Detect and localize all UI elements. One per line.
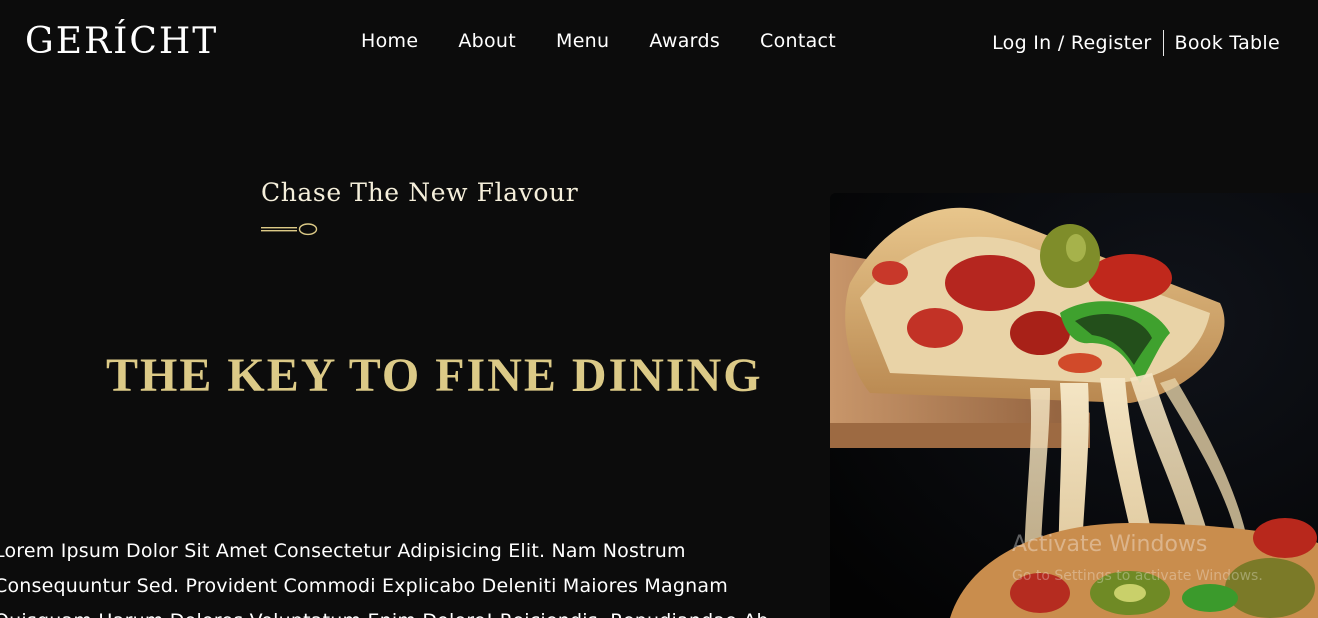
windows-watermark-subtitle: Go to Settings to activate Windows. (1012, 568, 1263, 584)
main-nav: Home About Menu Awards Contact (361, 30, 836, 52)
nav-awards[interactable]: Awards (649, 30, 720, 52)
login-register-link[interactable]: Log In / Register (992, 32, 1151, 54)
nav-menu[interactable]: Menu (556, 30, 609, 52)
hero-subtitle: Chase The New Flavour (261, 178, 579, 207)
hero-headline: THE KEY TO FINE DINING (106, 349, 763, 402)
brand-logo[interactable]: GERÍCHT (25, 19, 218, 65)
spoon-icon (261, 223, 318, 236)
windows-watermark-title: Activate Windows (1012, 532, 1208, 557)
hero-body-text: Lorem Ipsum Dolor Sit Amet Consectetur A… (0, 540, 775, 618)
nav-contact[interactable]: Contact (760, 30, 836, 52)
nav-home[interactable]: Home (361, 30, 418, 52)
auth-links: Log In / Register Book Table (992, 30, 1280, 56)
nav-divider (1162, 30, 1164, 56)
nav-about[interactable]: About (458, 30, 516, 52)
book-table-link[interactable]: Book Table (1175, 32, 1280, 54)
